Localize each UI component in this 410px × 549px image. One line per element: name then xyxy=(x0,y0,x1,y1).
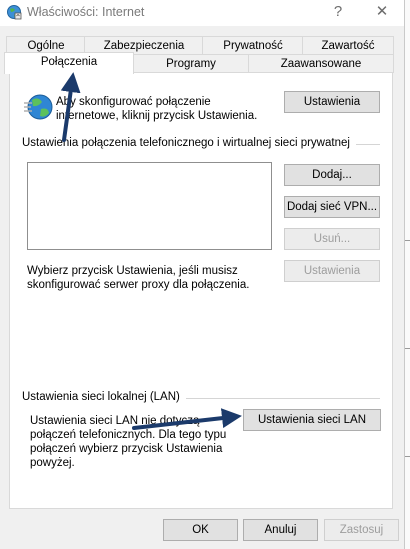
background-edge-mark xyxy=(405,240,410,241)
title-bar: Właściwości: Internet ? ✕ xyxy=(0,0,404,26)
lan-text-line3: połączeń wybierz przycisk Ustawienia xyxy=(30,443,223,455)
background-window-edge xyxy=(405,0,410,549)
internet-options-icon xyxy=(7,5,22,20)
proxy-text-line2: skonfigurować serwer proxy dla połączeni… xyxy=(27,279,250,291)
lan-settings-button[interactable]: Ustawienia sieci LAN xyxy=(243,409,381,431)
setup-text-line2: internetowe, kliknij przycisk Ustawienia… xyxy=(56,110,258,122)
background-edge-mark xyxy=(405,456,410,457)
dialog-window: Właściwości: Internet ? ✕ Ogólne Zabezpi… xyxy=(0,0,405,549)
close-button[interactable]: ✕ xyxy=(362,0,402,26)
tab-zawartosc[interactable]: Zawartość xyxy=(302,36,394,55)
ok-button[interactable]: OK xyxy=(163,519,238,541)
connections-listbox[interactable] xyxy=(27,162,272,250)
dialog-footer: OK Anuluj Zastosuj xyxy=(0,509,404,549)
connection-setup-icon xyxy=(24,94,53,120)
add-button[interactable]: Dodaj... xyxy=(284,164,380,186)
background-edge-mark xyxy=(405,348,410,349)
tab-zaawansowane[interactable]: Zaawansowane xyxy=(248,54,394,73)
cancel-button[interactable]: Anuluj xyxy=(243,519,318,541)
setup-settings-button[interactable]: Ustawienia xyxy=(284,91,380,113)
apply-button[interactable]: Zastosuj xyxy=(324,519,399,541)
lan-text-line1: Ustawienia sieci LAN nie dotyczą xyxy=(30,415,200,427)
window-title: Właściwości: Internet xyxy=(27,5,145,19)
proxy-text-line1: Wybierz przycisk Ustawienia, jeśli musis… xyxy=(27,265,238,277)
lan-heading: Ustawienia sieci lokalnej (LAN) xyxy=(22,391,186,403)
help-button[interactable]: ? xyxy=(318,0,358,26)
lan-text-line2: połączeń telefonicznych. Dla tego typu xyxy=(30,429,227,441)
tab-prywatnosc[interactable]: Prywatność xyxy=(202,36,304,55)
add-vpn-button[interactable]: Dodaj sieć VPN... xyxy=(284,196,380,218)
dialup-settings-button[interactable]: Ustawienia xyxy=(284,260,380,282)
connections-panel: Aby skonfigurować połączenie internetowe… xyxy=(9,72,393,509)
dialup-heading: Ustawienia połączenia telefonicznego i w… xyxy=(22,137,356,149)
setup-text-line1: Aby skonfigurować połączenie xyxy=(56,96,211,108)
tab-polaczenia[interactable]: Połączenia xyxy=(4,52,134,74)
remove-button[interactable]: Usuń... xyxy=(284,228,380,250)
lan-text-line4: powyżej. xyxy=(30,457,75,469)
tab-programy[interactable]: Programy xyxy=(132,54,250,73)
